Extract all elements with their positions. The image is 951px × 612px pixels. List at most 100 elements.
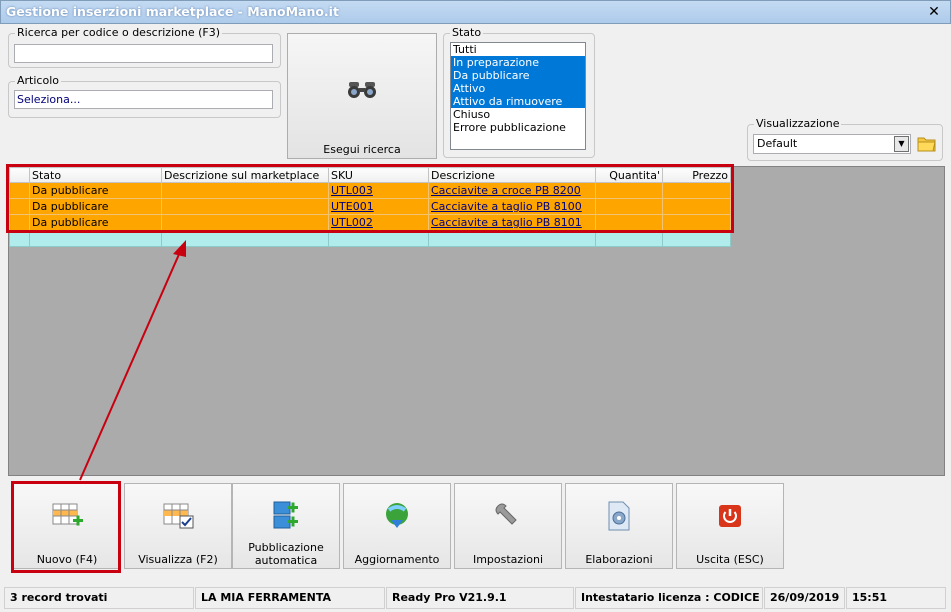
power-icon [677,500,783,536]
chevron-down-icon[interactable]: ▼ [894,136,909,152]
window-title: Gestione inserzioni marketplace - ManoMa… [6,4,339,19]
table-cell-stato[interactable]: Da pubblicare [29,182,162,199]
column-header[interactable]: Prezzo [662,167,731,183]
table-cell-stato[interactable]: Da pubblicare [29,214,162,231]
status-version: Ready Pro V21.9.1 [386,587,574,609]
toolbar-button[interactable]: Pubblicazione automatica [232,483,340,569]
table-row[interactable]: Da pubblicare UTE001 Cacciavite a taglio P… [9,198,731,215]
search-button-label: Esegui ricerca [323,143,401,156]
visualizzazione-value: Default [757,137,798,150]
table-cell-quantita[interactable] [595,214,663,231]
table-cell-stato[interactable]: Da pubblicare [29,198,162,215]
new-row-cell[interactable] [662,230,731,247]
toolbar-button-label: Aggiornamento [354,553,440,566]
toolbar-button[interactable]: Visualizza (F2) [124,483,232,569]
column-header[interactable]: Descrizione sul marketplace [161,167,329,183]
table-cell-descrizione[interactable]: Cacciavite a taglio PB 8101 [428,214,596,231]
toolbar-button[interactable]: Uscita (ESC) [676,483,784,569]
row-selector-header [9,167,30,183]
table-cell-prezzo[interactable] [662,182,731,199]
folder-button[interactable] [916,134,938,154]
status-records: 3 record trovati [4,587,194,609]
globe-download-icon [344,500,450,536]
column-header[interactable]: SKU [328,167,429,183]
status-company: LA MIA FERRAMENTA [195,587,385,609]
sku-link[interactable]: UTL003 [331,184,373,197]
table-cell-prezzo[interactable] [662,198,731,215]
toolbar-button-label: Nuovo (F4) [36,553,98,566]
new-row-cell[interactable] [9,230,30,247]
table-cell-quantita[interactable] [595,198,663,215]
stato-option[interactable]: In preparazione [451,56,585,69]
binoculars-icon [348,82,376,98]
search-group: Ricerca per codice o descrizione (F3) [8,26,281,68]
new-row-cell[interactable] [428,230,596,247]
column-header[interactable]: Stato [29,167,162,183]
table-cell-desc-marketplace[interactable] [161,198,329,215]
stato-option[interactable]: Errore pubblicazione [451,121,585,134]
toolbar-button-label: Elaborazioni [585,553,653,566]
table-row[interactable]: Da pubblicare UTL002 Cacciavite a taglio P… [9,214,731,231]
close-icon[interactable]: ✕ [926,4,942,20]
toolbar-button[interactable]: Aggiornamento [343,483,451,569]
toolbar-button-label: Pubblicazione automatica [248,541,324,567]
table-cell-desc-marketplace[interactable] [161,214,329,231]
toolbar-button-label: Impostazioni [472,553,544,566]
article-selector[interactable]: Seleziona... [14,90,273,109]
toolbar-button[interactable]: Nuovo (F4) [13,483,121,569]
table-cell-sku[interactable]: UTL002 [328,214,429,231]
stato-listbox[interactable]: Tutti In preparazione Da pubblicare Attivo A… [450,42,586,150]
descrizione-link[interactable]: Cacciavite a taglio PB 8101 [431,216,582,229]
table-cell-sku[interactable]: UTL003 [328,182,429,199]
grid-add-icon [14,500,120,536]
table-cell-quantita[interactable] [595,182,663,199]
row-selector[interactable] [9,182,30,199]
stato-option[interactable]: Da pubblicare [451,69,585,82]
grid-check-icon [125,500,231,536]
new-row-cell[interactable] [161,230,329,247]
folder-icon [917,137,936,152]
status-time: 15:51 [846,587,946,609]
search-legend: Ricerca per codice o descrizione (F3) [15,26,223,39]
row-selector[interactable] [9,198,30,215]
visualizzazione-legend: Visualizzazione [754,117,842,130]
search-button[interactable]: Esegui ricerca [287,33,437,159]
toolbar-button-label: Uscita (ESC) [696,553,764,566]
sku-link[interactable]: UTL002 [331,216,373,229]
stato-option[interactable]: Tutti [451,43,585,56]
table-cell-desc-marketplace[interactable] [161,182,329,199]
records-table: Stato Descrizione sul marketplace SKU De… [9,167,731,247]
stato-option[interactable]: Attivo [451,82,585,95]
stato-option[interactable]: Attivo da rimuovere [451,95,585,108]
status-date: 26/09/2019 [764,587,845,609]
search-input[interactable] [14,44,273,63]
status-license: Intestatario licenza : CODICE SRL [575,587,763,609]
visualizzazione-select[interactable]: Default ▼ [753,134,911,154]
new-row-cell[interactable] [328,230,429,247]
auto-publish-icon [233,500,339,536]
stato-legend: Stato [450,26,484,39]
column-header[interactable]: Descrizione [428,167,596,183]
table-cell-prezzo[interactable] [662,214,731,231]
toolbar-button[interactable]: Elaborazioni [565,483,673,569]
stato-option[interactable]: Chiuso [451,108,585,121]
document-gear-icon [566,500,672,536]
wrench-icon [455,500,561,536]
column-header[interactable]: Quantita' [595,167,663,183]
window-titlebar: Gestione inserzioni marketplace - ManoMa… [0,0,951,24]
toolbar-button[interactable]: Impostazioni [454,483,562,569]
descrizione-link[interactable]: Cacciavite a croce PB 8200 [431,184,581,197]
table-cell-sku[interactable]: UTE001 [328,198,429,215]
new-row[interactable] [9,230,731,247]
article-legend: Articolo [15,74,61,87]
table-cell-descrizione[interactable]: Cacciavite a croce PB 8200 [428,182,596,199]
table-cell-descrizione[interactable]: Cacciavite a taglio PB 8100 [428,198,596,215]
new-row-cell[interactable] [595,230,663,247]
status-bar: 3 record trovati LA MIA FERRAMENTA Ready… [0,585,951,612]
sku-link[interactable]: UTE001 [331,200,374,213]
records-grid: Stato Descrizione sul marketplace SKU De… [8,166,945,476]
row-selector[interactable] [9,214,30,231]
table-row[interactable]: Da pubblicare UTL003 Cacciavite a croce PB… [9,182,731,199]
new-row-cell[interactable] [29,230,162,247]
descrizione-link[interactable]: Cacciavite a taglio PB 8100 [431,200,582,213]
